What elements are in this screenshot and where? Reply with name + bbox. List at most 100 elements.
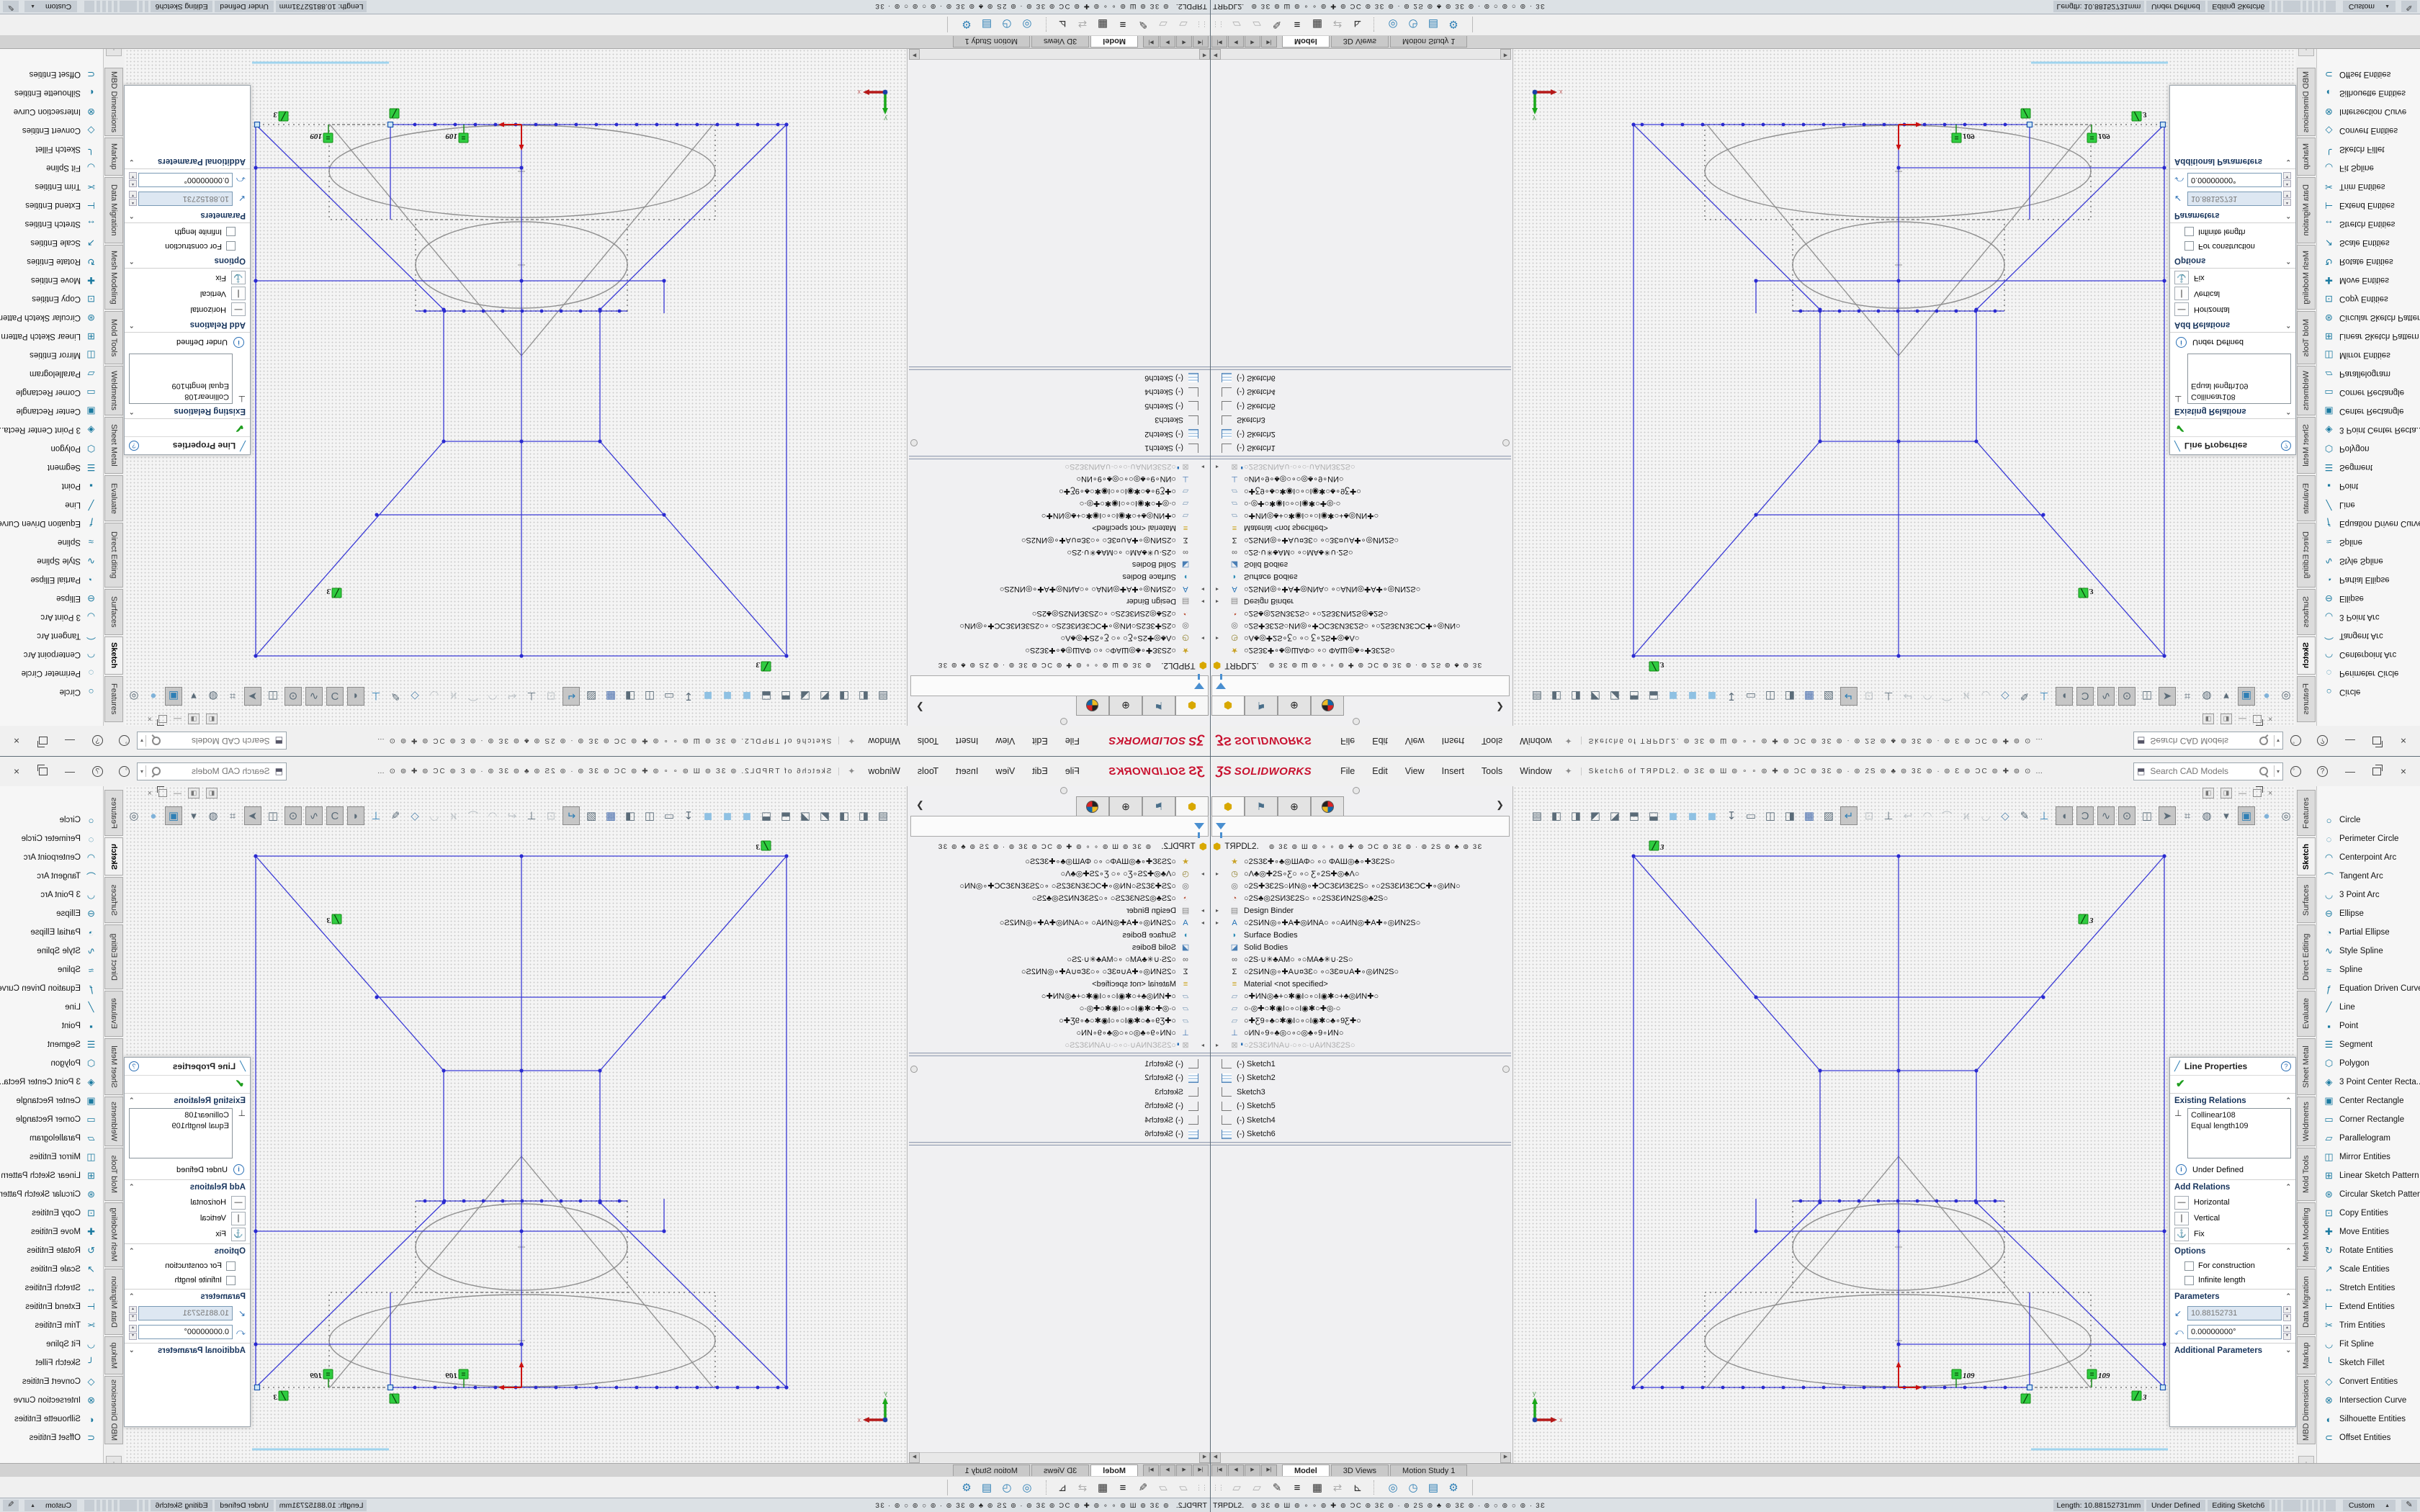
angle-field[interactable]: 0.00000000° (138, 173, 233, 187)
sketch-tool-item[interactable]: ✂ Trim Entities (0, 177, 103, 196)
tab-nav-button[interactable]: ▶ (1245, 35, 1260, 48)
menu-item[interactable]: File (1332, 763, 1363, 779)
sketch-point[interactable] (540, 1200, 544, 1203)
commandmanager-tab[interactable]: Data Migration (104, 177, 123, 243)
commandmanager-tab[interactable]: MBD Dimensions (2297, 1376, 2316, 1444)
custom-dropdown[interactable]: Custom ▲ (24, 1500, 77, 1511)
toolbar-icon[interactable]: ⇄ (1329, 1479, 1346, 1496)
toolbar-icon[interactable]: ✎ (1268, 1479, 1286, 1496)
expand-icon[interactable]: ⌄ (129, 157, 135, 166)
ok-button[interactable]: ✔ (125, 419, 250, 436)
sketch-point[interactable] (534, 123, 538, 127)
length-spinner[interactable]: ▴▾ (129, 192, 137, 207)
sketch-vertex[interactable] (1896, 166, 1900, 169)
menu-item[interactable]: Insert (1433, 733, 1473, 749)
toolbar-drag-handle[interactable]: ⋮⋮ (1196, 21, 1208, 29)
toolbar-icon[interactable]: ▤ (1425, 1479, 1442, 1496)
sketch-list-item[interactable]: Sketch3 (909, 1085, 1210, 1099)
sketch-vertex[interactable] (1896, 439, 1900, 443)
add-relation-button[interactable]: ⚓ Fix (2174, 1226, 2291, 1242)
menu-item[interactable]: File (1057, 733, 1088, 749)
sketch-tool-item[interactable]: ↗ Scale Entities (0, 233, 103, 252)
help-icon[interactable]: ? (2281, 441, 2291, 451)
collapse-icon[interactable]: ⌃ (2285, 211, 2291, 220)
commandmanager-tab[interactable]: Features (2297, 676, 2316, 722)
sketch-vertex[interactable] (1631, 122, 1635, 126)
toolbar-icon[interactable]: ◎ (1018, 1479, 1036, 1496)
sketch-tool-item[interactable]: ↻ Rotate Entities (2317, 1241, 2420, 1260)
sketch-vertex[interactable] (1974, 1068, 1978, 1072)
sketch-tool-item[interactable]: ╱ Line (0, 495, 103, 514)
sketch-tool-item[interactable]: ◈ 3 Point Center Recta... (0, 1073, 103, 1092)
menu-item[interactable]: View (987, 763, 1023, 779)
sketch-tool-item[interactable]: ↔ Stretch Entities (2317, 215, 2420, 233)
sketch-tool-item[interactable]: ☰ Segment (0, 458, 103, 477)
collapse-icon[interactable]: ⌃ (129, 1247, 135, 1256)
sketch-tool-item[interactable]: ╱ Line (2317, 495, 2420, 514)
expander-icon[interactable]: ▸ (1201, 586, 1204, 593)
sketch-tool-item[interactable]: ◡ Fit Spline (0, 1335, 103, 1354)
sketch-vertex[interactable] (519, 854, 523, 858)
pin-icon[interactable]: ✦ (1565, 736, 1572, 746)
sketch-tool-item[interactable]: ▱ Parallelogram (0, 1129, 103, 1148)
panel-splitter[interactable] (909, 1142, 1210, 1146)
tree-horizontal-scrollbar[interactable]: ◀ ▶ (1210, 50, 1511, 60)
sketch-list-item[interactable]: (-) Sketch6 (1210, 371, 1511, 385)
sketch-tool-item[interactable]: ⊡ Copy Entities (2317, 1204, 2420, 1223)
sketch-line[interactable] (600, 441, 786, 656)
featuremanager-tab[interactable]: ⬢ (1175, 796, 1209, 816)
length-field[interactable]: 10.88152731 (138, 192, 233, 206)
sketch-point[interactable] (1838, 310, 1842, 313)
panel-splitter[interactable] (1210, 1053, 1511, 1056)
sketch-line[interactable] (256, 441, 444, 656)
sketch-tool-item[interactable]: ▣ Center Rectangle (2317, 402, 2420, 420)
panel-drag-handle[interactable] (1353, 718, 1360, 725)
sketch-point[interactable] (1641, 1386, 1644, 1390)
collapse-icon[interactable]: ⌃ (2285, 1183, 2291, 1192)
sketch-tool-item[interactable]: ▭ Corner Rectangle (0, 1110, 103, 1129)
sketch-tool-item[interactable]: ƒ Equation Driven Curve (2317, 514, 2420, 533)
feature-tree-item[interactable]: ▸ ◷ ○Λ♣◎✚2S∘Ƹ○ ∘○ Ƹ∘2S✚◎♣Λ○ (1210, 868, 1511, 880)
toolbar-icon[interactable] (1373, 17, 1380, 32)
sketch-point[interactable] (635, 123, 639, 127)
sketch-vertex[interactable] (2041, 995, 2045, 999)
feature-tree-item[interactable]: ▸ ★ ○2S3Ɛ✚∘♣◎ШΑΦ○ ∘○ ΦΑШ◎♣∘✚3Ɛ2S○ (909, 855, 1210, 868)
feature-tree-item[interactable]: ▸ ▱ ○∙◎✚○✱◉Ι○∘○Ι◉✱○✚◎∙○ (1210, 498, 1511, 510)
search-box[interactable]: ⬒ ▾ (137, 762, 287, 780)
featuremanager-tab[interactable]: ⬢ (1211, 796, 1245, 816)
sketch-tool-item[interactable]: ○ Circle (2317, 811, 2420, 829)
tab-nav-button[interactable]: ▶| (1261, 1464, 1277, 1477)
search-box[interactable]: ⬒ ▾ (137, 732, 287, 750)
sketch-tool-item[interactable]: ◫ Mirror Entities (2317, 346, 2420, 364)
menu-item[interactable]: Tools (909, 733, 947, 749)
help-icon[interactable]: ? (2281, 1061, 2291, 1071)
sketch-tool-item[interactable]: ✚ Move Entities (0, 1223, 103, 1241)
featuremanager-tab[interactable]: ⚑ (1142, 796, 1175, 816)
sketch-tool-item[interactable]: ◡ 3 Point Arc (2317, 886, 2420, 904)
sketch-vertex[interactable] (1818, 1068, 1821, 1072)
commandmanager-tab[interactable]: Sketch (2297, 837, 2316, 876)
sketch-line[interactable] (1634, 125, 1820, 310)
sketch-list-item[interactable]: Sketch3 (1210, 1085, 1511, 1099)
sketch-point[interactable] (696, 1386, 699, 1390)
custom-dropdown[interactable]: Custom ▲ (2343, 1500, 2396, 1511)
sketch-point[interactable] (618, 310, 622, 313)
commandmanager-tab[interactable]: Surfaces (104, 589, 123, 635)
menu-item[interactable]: View (1397, 763, 1433, 779)
add-relation-button[interactable]: — Horizontal (129, 302, 246, 318)
panel-expand-arrow[interactable]: ❯ (913, 799, 924, 811)
sketch-vertex[interactable] (2162, 279, 2166, 282)
sketch-point[interactable] (1955, 310, 1958, 313)
sketch-line-gray[interactable] (1899, 1156, 2090, 1387)
feature-tree-item[interactable]: ▸ ▱ ○∙◎✚○✱◉Ι○∘○Ι◉✱○✚◎∙○ (909, 1002, 1210, 1014)
sketch-tool-item[interactable]: ╱ Line (2317, 998, 2420, 1017)
tree-filter-field[interactable] (910, 816, 1209, 837)
sketch-point[interactable] (521, 1200, 524, 1203)
commandmanager-tab[interactable]: Weldments (2297, 366, 2316, 415)
sketch-tool-item[interactable]: ⬡ Polygon (2317, 439, 2420, 458)
sketch-point[interactable] (756, 1386, 760, 1390)
menu-item[interactable]: Window (859, 733, 908, 749)
sketch-point[interactable] (1896, 310, 1900, 313)
sketch-point[interactable] (413, 123, 417, 127)
add-relation-button[interactable]: ⚓ Fix (129, 270, 246, 286)
